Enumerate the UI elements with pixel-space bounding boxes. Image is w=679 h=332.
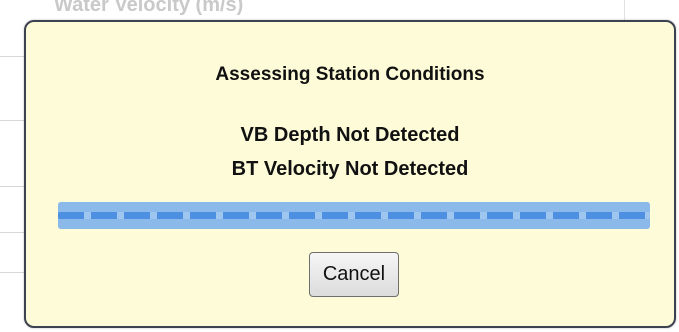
background-chart-title: Water Velocity (m/s) <box>54 0 244 16</box>
background-gridline <box>0 56 24 57</box>
cancel-button[interactable]: Cancel <box>309 252 399 297</box>
status-vb-depth: VB Depth Not Detected <box>240 124 460 146</box>
background-divider <box>624 0 625 22</box>
background-gridline <box>0 186 24 187</box>
progress-bar <box>58 202 650 229</box>
status-bt-velocity: BT Velocity Not Detected <box>231 158 469 180</box>
dialog-title: Assessing Station Conditions <box>215 64 485 85</box>
background-gridline <box>0 120 24 121</box>
progress-bar-indicator <box>58 212 650 219</box>
background-gridline <box>0 272 24 273</box>
background-gridline <box>0 232 24 233</box>
progress-dialog: Assessing Station Conditions VB Depth No… <box>24 20 676 328</box>
